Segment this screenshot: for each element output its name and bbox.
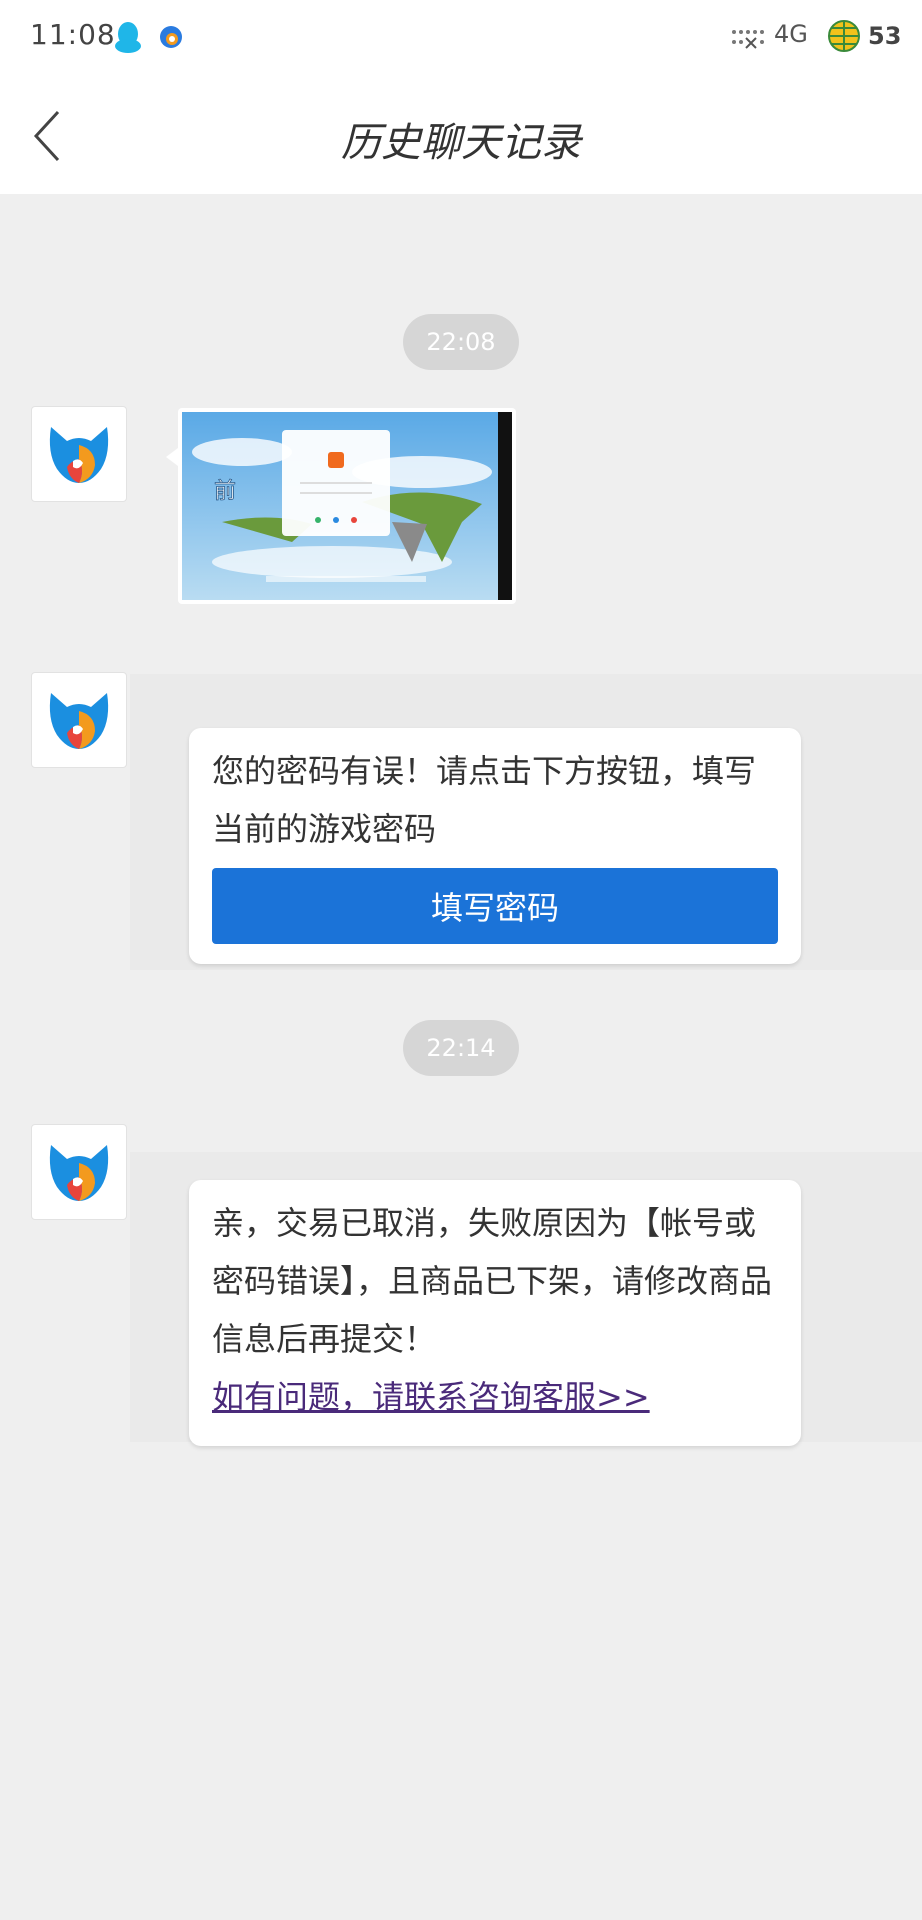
nav-bar: 历史聊天记录 — [0, 74, 922, 194]
fox-logo-icon — [49, 427, 109, 483]
transaction-cancelled-card: 亲，交易已取消，失败原因为【帐号或密码错误】，且商品已下架，请修改商品信息后再提… — [189, 1180, 801, 1446]
app-notification-icon — [160, 26, 182, 48]
image-message[interactable]: 前 — [166, 408, 516, 604]
card-message-text: 亲，交易已取消，失败原因为【帐号或密码错误】，且商品已下架，请修改商品信息后再提… — [212, 1204, 773, 1358]
contact-support-link[interactable]: 如有问题，请联系咨询客服>> — [212, 1368, 778, 1426]
status-bar: 11:08 4G 53 — [0, 0, 922, 74]
page-title: 历史聊天记录 — [341, 120, 581, 166]
avatar[interactable] — [31, 406, 127, 502]
battery-level: 53 — [868, 22, 902, 50]
fox-logo-icon — [49, 1145, 109, 1201]
password-error-card: 您的密码有误！请点击下方按钮，填写当前的游戏密码 填写密码 — [189, 728, 801, 964]
status-time: 11:08 — [30, 18, 116, 51]
signal-off-icon — [732, 30, 764, 49]
fill-password-button[interactable]: 填写密码 — [212, 868, 778, 944]
game-screenshot-thumbnail: 前 — [182, 412, 512, 600]
fox-logo-icon — [49, 693, 109, 749]
timestamp-chip: 22:14 — [403, 1020, 519, 1076]
network-type: 4G — [774, 20, 808, 48]
qq-penguin-icon — [115, 22, 141, 53]
avatar[interactable] — [31, 672, 127, 768]
globe-icon — [828, 20, 860, 52]
avatar[interactable] — [31, 1124, 127, 1220]
timestamp-chip: 22:08 — [403, 314, 519, 370]
bubble-tail — [166, 448, 178, 466]
card-message-text: 您的密码有误！请点击下方按钮，填写当前的游戏密码 — [212, 752, 757, 848]
svg-text:前: 前 — [214, 479, 236, 504]
